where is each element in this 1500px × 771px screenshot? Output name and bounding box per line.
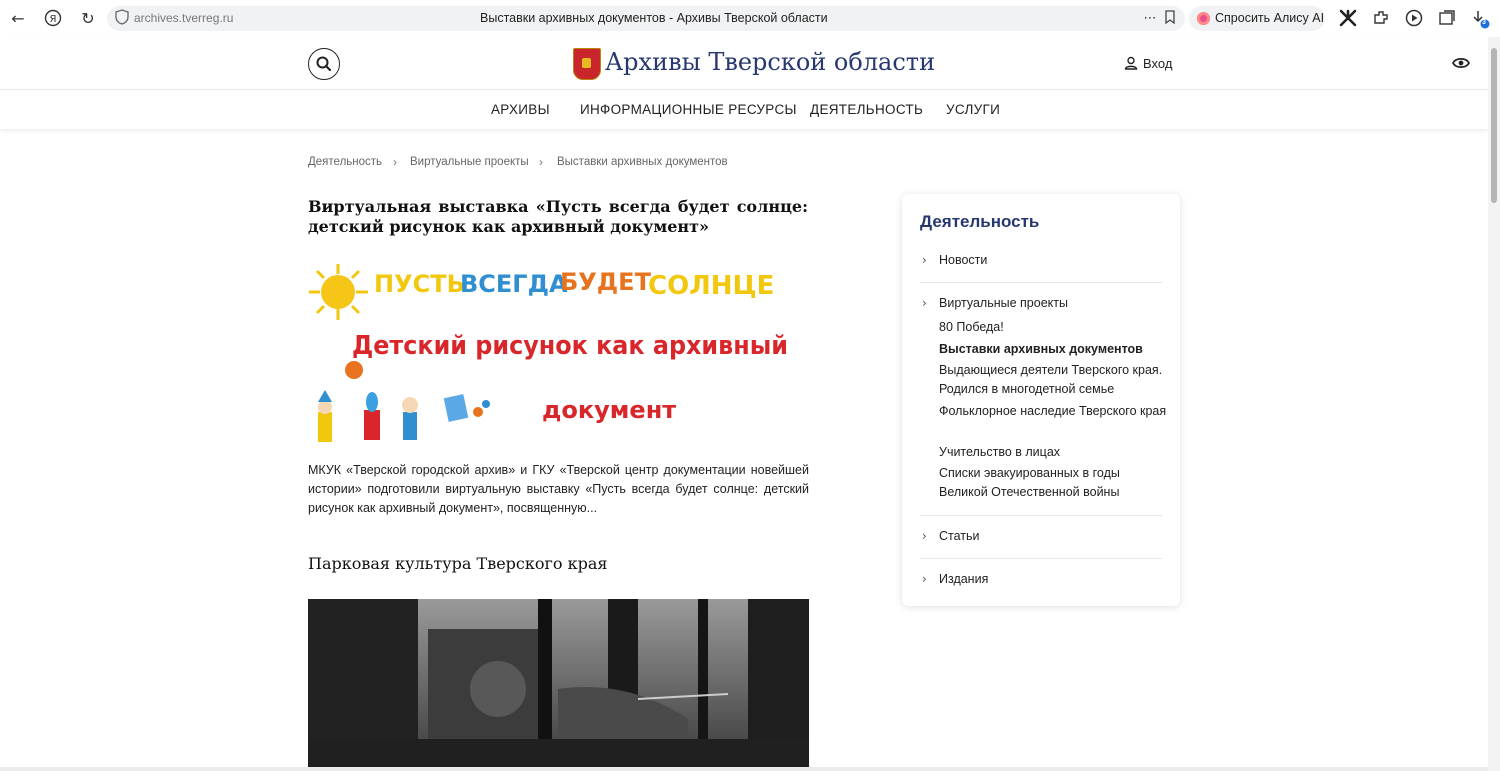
banner-word-4: СОЛНЦЕ bbox=[648, 271, 774, 301]
sidebar-subitem-teachers[interactable]: Учительство в лицах bbox=[939, 443, 1169, 462]
alice-label: Спросить Алису AI bbox=[1215, 11, 1325, 25]
chevron-right-icon: › bbox=[922, 572, 927, 586]
sidebar-subitem-exhibitions[interactable]: Выставки архивных документов bbox=[939, 340, 1169, 359]
more-icon[interactable]: ⋯ bbox=[1140, 9, 1160, 29]
sidebar-subitem-outstanding-figures[interactable]: Выдающиеся деятели Тверского края. Родил… bbox=[939, 361, 1169, 399]
reload-icon[interactable]: ↻ bbox=[78, 9, 98, 29]
svg-text:Я: Я bbox=[50, 14, 57, 25]
scrollbar-thumb[interactable] bbox=[1491, 48, 1497, 203]
chevron-right-icon: › bbox=[922, 253, 927, 267]
header-divider bbox=[0, 89, 1488, 90]
url-text[interactable]: archives.tverreg.ru bbox=[134, 11, 233, 25]
collections-icon[interactable] bbox=[1338, 9, 1358, 29]
downloads-badge: 3 bbox=[1482, 19, 1486, 26]
nav-services[interactable]: УСЛУГИ bbox=[946, 102, 1000, 117]
search-button[interactable] bbox=[308, 48, 340, 80]
banner-word-1: ПУСТЬ bbox=[374, 270, 465, 298]
banner-word-3: БУДЕТ bbox=[560, 268, 652, 296]
exhibit-banner-image[interactable]: ПУСТЬ ВСЕГДА БУДЕТ СОЛНЦЕ Детский рисуно… bbox=[308, 262, 788, 454]
divider bbox=[920, 282, 1162, 283]
site-title[interactable]: Архивы Тверской области bbox=[605, 48, 935, 76]
shield-icon[interactable] bbox=[112, 9, 132, 29]
chevron-right-icon: › bbox=[539, 155, 543, 169]
sidebar-subitem-folklore[interactable]: Фольклорное наследие Тверского края bbox=[939, 402, 1169, 421]
bookmark-icon[interactable] bbox=[1160, 9, 1180, 29]
user-icon[interactable] bbox=[1124, 56, 1138, 70]
horizontal-scrollbar[interactable] bbox=[0, 767, 1488, 771]
media-play-icon[interactable] bbox=[1404, 9, 1424, 29]
park-photo-image[interactable] bbox=[308, 599, 809, 767]
article-title[interactable]: Парковая культура Тверского края bbox=[308, 554, 607, 573]
browser-toolbar: ← Я ↻ archives.tverreg.ru Выставки архив… bbox=[0, 0, 1500, 38]
divider bbox=[920, 515, 1162, 516]
sidebar-subitem-evacuee-lists[interactable]: Списки эвакуированных в годы Великой Оте… bbox=[939, 464, 1169, 502]
accessibility-eye-icon[interactable] bbox=[1451, 56, 1471, 70]
alice-icon bbox=[1197, 12, 1210, 25]
breadcrumb-virtual-projects[interactable]: Виртуальные проекты bbox=[410, 156, 529, 168]
sidebar-item-news[interactable]: Новости bbox=[939, 253, 987, 267]
article-excerpt: МКУК «Тверской городской архив» и ГКУ «Т… bbox=[308, 463, 809, 515]
breadcrumb-current: Выставки архивных документов bbox=[557, 156, 728, 168]
article-title[interactable]: Виртуальная выставка «Пусть всегда будет… bbox=[308, 197, 808, 237]
ball-icon bbox=[345, 361, 363, 379]
banner-word-2: ВСЕГДА bbox=[460, 270, 568, 298]
nav-activity[interactable]: ДЕЯТЕЛЬНОСТЬ bbox=[810, 102, 923, 117]
sidebar-title: Деятельность bbox=[920, 212, 1040, 231]
downloads-icon[interactable] bbox=[1470, 9, 1490, 29]
extensions-icon[interactable] bbox=[1371, 9, 1391, 29]
banner-line-3: документ bbox=[542, 396, 676, 424]
back-icon[interactable]: ← bbox=[8, 9, 28, 29]
chevron-right-icon: › bbox=[922, 296, 927, 310]
divider bbox=[920, 558, 1162, 559]
chevron-right-icon: › bbox=[922, 529, 927, 543]
login-link[interactable]: Вход bbox=[1143, 56, 1172, 71]
search-icon bbox=[316, 56, 332, 72]
page-tab-title: Выставки архивных документов - Архивы Тв… bbox=[480, 11, 828, 25]
sun-icon bbox=[309, 264, 368, 320]
chevron-right-icon: › bbox=[393, 155, 397, 169]
banner-line-2: Детский рисунок как архивный bbox=[352, 331, 788, 361]
ask-alice-button[interactable]: Спросить Алису AI bbox=[1189, 6, 1325, 31]
sidebar-item-virtual-projects[interactable]: Виртуальные проекты bbox=[939, 296, 1068, 310]
nav-information-resources[interactable]: ИНФОРМАЦИОННЫЕ РЕСУРСЫ bbox=[580, 102, 797, 117]
tver-coat-of-arms-logo[interactable] bbox=[573, 48, 601, 80]
sidebar-subitem-80-pobeda[interactable]: 80 Победа! bbox=[939, 318, 1169, 337]
nav-archives[interactable]: АРХИВЫ bbox=[491, 102, 550, 117]
screenshot-icon[interactable] bbox=[1437, 9, 1457, 29]
breadcrumb-activity[interactable]: Деятельность bbox=[308, 156, 382, 168]
cartoon-characters-icon bbox=[318, 390, 490, 442]
sidebar-item-articles[interactable]: Статьи bbox=[939, 529, 980, 543]
sidebar-item-publications[interactable]: Издания bbox=[939, 572, 988, 586]
yandex-icon[interactable]: Я bbox=[43, 9, 63, 29]
